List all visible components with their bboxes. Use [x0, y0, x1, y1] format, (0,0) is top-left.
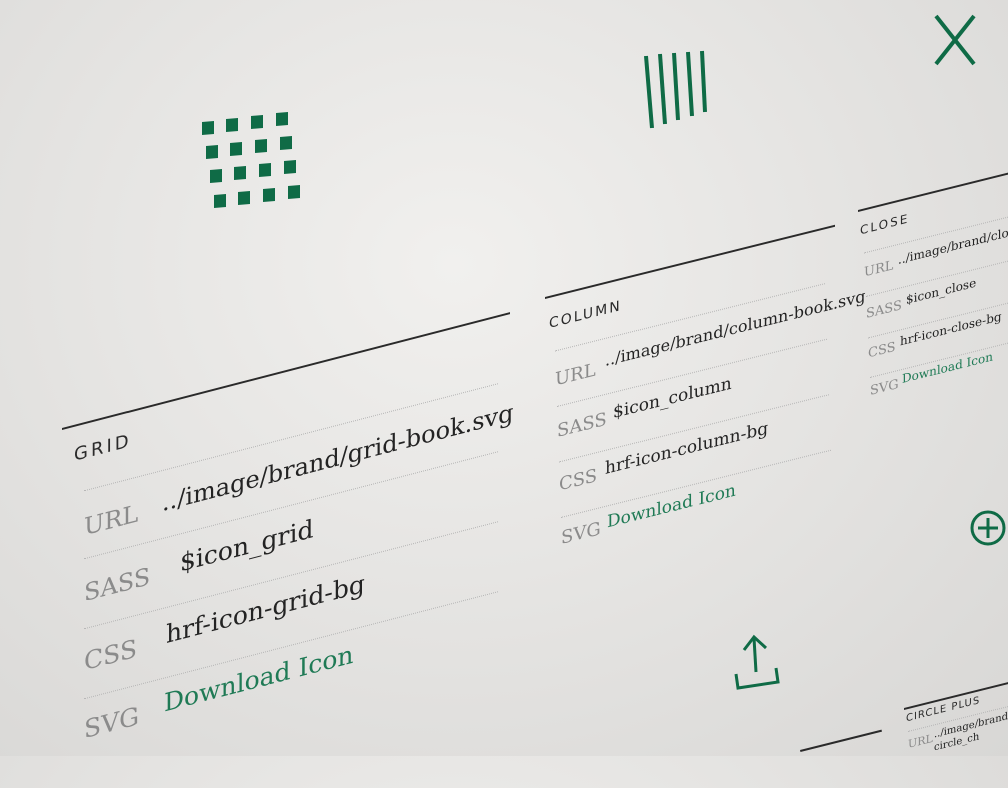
circle-plus-icon	[970, 510, 1006, 546]
card-divider	[858, 170, 1008, 212]
svg-label: SVG	[84, 701, 140, 745]
screen: GRID URL ../image/brand/grid-book.svg SA…	[0, 0, 1008, 760]
sass-value[interactable]: $icon_column	[613, 373, 732, 423]
card-grid: GRID URL ../image/brand/grid-book.svg SA…	[62, 309, 522, 768]
url-label: URL	[908, 731, 933, 752]
card-title: CLOSE	[860, 211, 910, 238]
svg-label: SVG	[870, 376, 899, 400]
close-icon[interactable]	[930, 12, 980, 68]
bottom-divider	[800, 729, 882, 752]
card-title: COLUMN	[549, 297, 622, 333]
sass-label: SASS	[557, 408, 607, 443]
url-label: URL	[864, 258, 894, 281]
card-divider	[545, 224, 835, 299]
column-icon	[644, 50, 707, 129]
css-label: CSS	[868, 339, 896, 362]
grid-icon	[202, 112, 300, 208]
upload-icon[interactable]	[730, 628, 782, 692]
url-label: URL	[555, 359, 596, 391]
sass-value[interactable]: $icon_grid	[180, 514, 314, 578]
css-label: CSS	[559, 465, 598, 496]
card-column: COLUMN URL ../image/brand/column-book.sv…	[545, 222, 866, 567]
sass-label: SASS	[84, 562, 151, 608]
url-label: URL	[84, 499, 139, 542]
card-title: GRID	[74, 429, 132, 466]
svg-label: SVG	[561, 518, 601, 550]
card-circle-plus: CIRCLE PLUS URL ../image/brand/ci circle…	[904, 678, 1008, 788]
url-value[interactable]: ../image/brand/close-b	[898, 219, 1008, 267]
css-label: CSS	[84, 633, 137, 677]
sass-label: SASS	[866, 298, 902, 323]
card-close: CLOSE URL ../image/brand/close-b SASS $i…	[858, 170, 1008, 440]
